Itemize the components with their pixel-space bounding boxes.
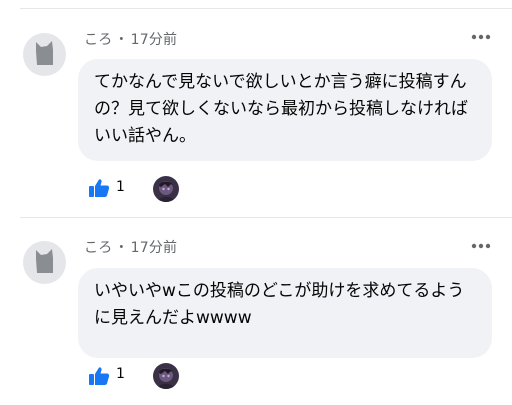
meta-separator: ・	[114, 32, 129, 48]
more-options-icon[interactable]	[470, 32, 492, 42]
like-count: 1	[116, 366, 125, 382]
cat-avatar-icon[interactable]	[23, 33, 66, 76]
meta-separator: ・	[114, 240, 129, 256]
comment-item: ころ・ 17分前 いやいやwこの投稿のどこが助けを求めてるように見えんだよwwww…	[0, 210, 512, 405]
comment-text: いやいやwこの投稿のどこが助けを求めてるように見えんだよwwww	[78, 268, 492, 358]
comment-thread: ころ・ 17分前 てかなんで見ないで欲しいとか言う癖に投稿すんの？見て欲しくないな…	[0, 0, 512, 405]
reactor-avatar[interactable]	[153, 176, 179, 202]
thumbs-up-icon[interactable]	[88, 366, 110, 386]
comment-time[interactable]: 17分前	[131, 32, 178, 48]
cat-avatar-icon[interactable]	[23, 241, 66, 284]
like-count: 1	[116, 179, 125, 195]
comment-text: てかなんで見ないで欲しいとか言う癖に投稿すんの？見て欲しくないなら最初から投稿し…	[78, 59, 492, 161]
author-name[interactable]: ころ	[84, 32, 112, 48]
thumbs-up-icon[interactable]	[88, 178, 110, 198]
comment-meta: ころ・ 17分前	[84, 237, 177, 257]
comment-time[interactable]: 17分前	[131, 240, 178, 256]
more-options-icon[interactable]	[470, 241, 492, 251]
reactor-avatar[interactable]	[153, 363, 179, 389]
comment-meta: ころ・ 17分前	[84, 29, 177, 49]
author-name[interactable]: ころ	[84, 240, 112, 256]
comment-item: ころ・ 17分前 てかなんで見ないで欲しいとか言う癖に投稿すんの？見て欲しくないな…	[0, 0, 512, 202]
